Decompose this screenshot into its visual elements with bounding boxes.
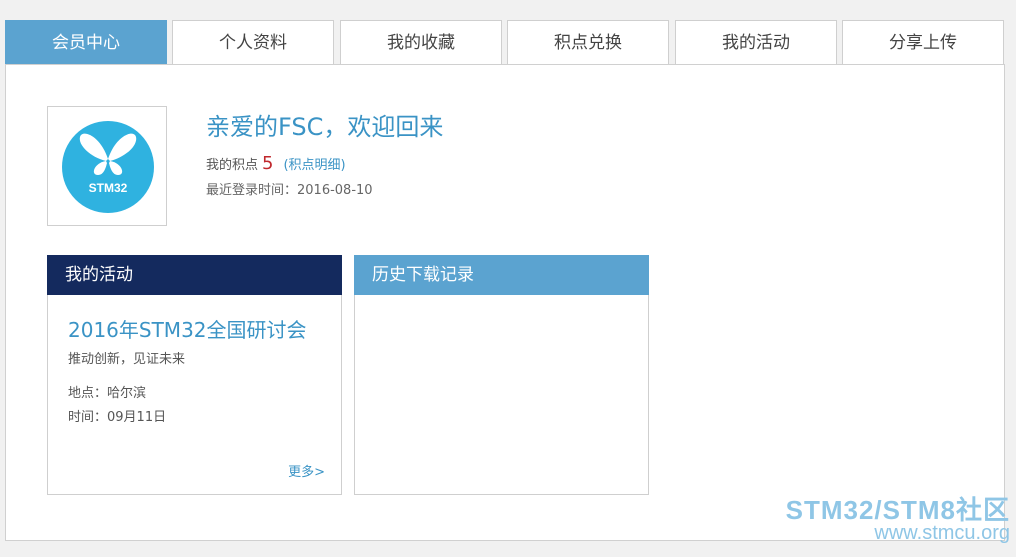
tab-my-activities[interactable]: 我的活动 (675, 20, 837, 65)
tab-member-center[interactable]: 会员中心 (5, 20, 167, 65)
points-detail-link[interactable]: (积点明细) (283, 158, 345, 173)
points-label: 我的积点 (206, 158, 259, 173)
download-history-card: 历史下载记录 (354, 255, 649, 495)
my-activities-card: 我的活动 2016年STM32全国研讨会 推动创新，见证未来 地点：哈尔滨 时间… (47, 255, 342, 495)
tab-favorites[interactable]: 我的收藏 (340, 20, 502, 65)
site-watermark: STM32/STM8社区 www.stmcu.org (786, 497, 1010, 543)
my-activities-header: 我的活动 (47, 255, 342, 295)
watermark-brand: STM32/STM8社区 (785, 495, 1010, 525)
points-value: 5 (262, 153, 274, 174)
stm32-logo: STM32 (62, 121, 154, 213)
avatar-logo-text: STM32 (88, 181, 128, 195)
activity-title-link[interactable]: 2016年STM32全国研讨会 (68, 314, 307, 343)
activity-location: 地点：哈尔滨 (68, 386, 147, 401)
tab-share-upload[interactable]: 分享上传 (842, 20, 1004, 65)
activity-time: 时间：09月11日 (68, 410, 167, 425)
welcome-message: 亲爱的FSC，欢迎回来 (206, 113, 444, 141)
member-center-panel: STM32 亲爱的FSC，欢迎回来 我的积点 5 (积点明细) 最近登录时间：201… (5, 64, 1005, 541)
avatar[interactable]: STM32 (47, 106, 167, 226)
tab-bar: 会员中心 个人资料 我的收藏 积点兑换 我的活动 分享上传 (5, 20, 1005, 65)
download-history-header: 历史下载记录 (354, 255, 649, 295)
butterfly-icon (79, 133, 137, 175)
activity-subtitle: 推动创新，见证未来 (68, 352, 186, 367)
last-login-time: 最近登录时间：2016-08-10 (206, 183, 373, 198)
tab-points-exchange[interactable]: 积点兑换 (507, 20, 669, 65)
points-line: 我的积点 5 (积点明细) (206, 153, 346, 174)
watermark-url: www.stmcu.org (874, 522, 1010, 544)
more-link[interactable]: 更多> (288, 461, 325, 480)
tab-personal-info[interactable]: 个人资料 (172, 20, 334, 65)
